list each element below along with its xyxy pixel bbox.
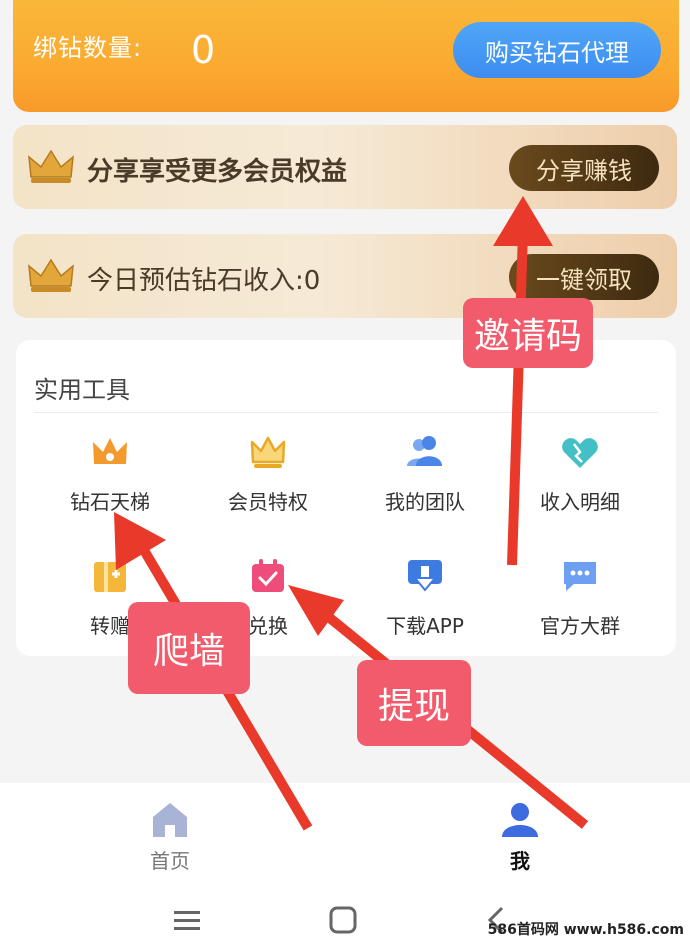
nav-me-label: 我: [510, 849, 530, 873]
nav-home[interactable]: 首页: [110, 801, 230, 874]
gold-crown-icon: [28, 258, 74, 292]
watermark: 586首码网 www.h586.com: [487, 922, 684, 938]
divider: [34, 412, 658, 413]
tool-download-app[interactable]: 下载APP: [355, 556, 495, 639]
tools-title: 实用工具: [34, 376, 130, 404]
tool-member-privilege[interactable]: 会员特权: [198, 432, 338, 515]
nav-me[interactable]: 我: [460, 801, 580, 874]
system-navigation-bar: 586首码网 www.h586.com: [0, 883, 690, 945]
bound-diamond-count: 0: [191, 28, 216, 72]
tool-label: 我的团队: [385, 490, 465, 514]
tool-label: 会员特权: [228, 490, 308, 514]
share-benefits-card: 分享享受更多会员权益 分享赚钱: [13, 125, 677, 209]
tool-diamond-ladder[interactable]: 钻石天梯: [40, 432, 180, 515]
share-earn-button[interactable]: 分享赚钱: [509, 145, 659, 191]
tool-label: 钻石天梯: [70, 490, 150, 514]
annotation-invite-code: 邀请码: [463, 298, 593, 368]
tools-card: 实用工具 钻石天梯 会员特权 我的团队 收入明细 转赠 兑换 下载APP 官方大…: [16, 340, 676, 656]
recent-apps-icon[interactable]: [172, 909, 202, 933]
bottom-nav: 首页 我: [0, 783, 690, 883]
tool-income-detail[interactable]: 收入明细: [510, 432, 650, 515]
home-square-icon[interactable]: [328, 905, 358, 935]
bound-diamond-label: 绑钻数量:: [33, 34, 143, 62]
download-icon: [408, 560, 442, 592]
tool-label: 收入明细: [540, 490, 620, 514]
user-icon: [502, 803, 538, 837]
claim-all-button[interactable]: 一键领取: [509, 254, 659, 300]
tool-my-team[interactable]: 我的团队: [355, 432, 495, 515]
daily-income-text: 今日预估钻石收入:0: [87, 266, 321, 296]
nav-home-label: 首页: [150, 849, 190, 873]
tool-label: 官方大群: [540, 614, 620, 638]
calendar-check-icon: [252, 559, 284, 592]
home-icon: [153, 803, 187, 837]
chat-icon: [564, 562, 596, 591]
team-icon: [407, 436, 442, 466]
diamond-summary-card: 绑钻数量: 0 购买钻石代理: [13, 0, 679, 112]
share-benefits-text: 分享享受更多会员权益: [87, 157, 348, 187]
crown-outline-icon: [250, 436, 286, 468]
annotation-withdraw: 提现: [357, 660, 471, 746]
crown-orange-icon: [93, 438, 127, 464]
gold-crown-icon: [28, 149, 74, 183]
tool-official-group[interactable]: 官方大群: [510, 556, 650, 639]
gift-ticket-icon: [94, 562, 126, 592]
tool-label: 下载APP: [386, 614, 464, 638]
annotation-climb: 爬墙: [128, 602, 250, 694]
heart-icon: [562, 438, 598, 468]
buy-diamond-agent-button[interactable]: 购买钻石代理: [453, 22, 661, 78]
